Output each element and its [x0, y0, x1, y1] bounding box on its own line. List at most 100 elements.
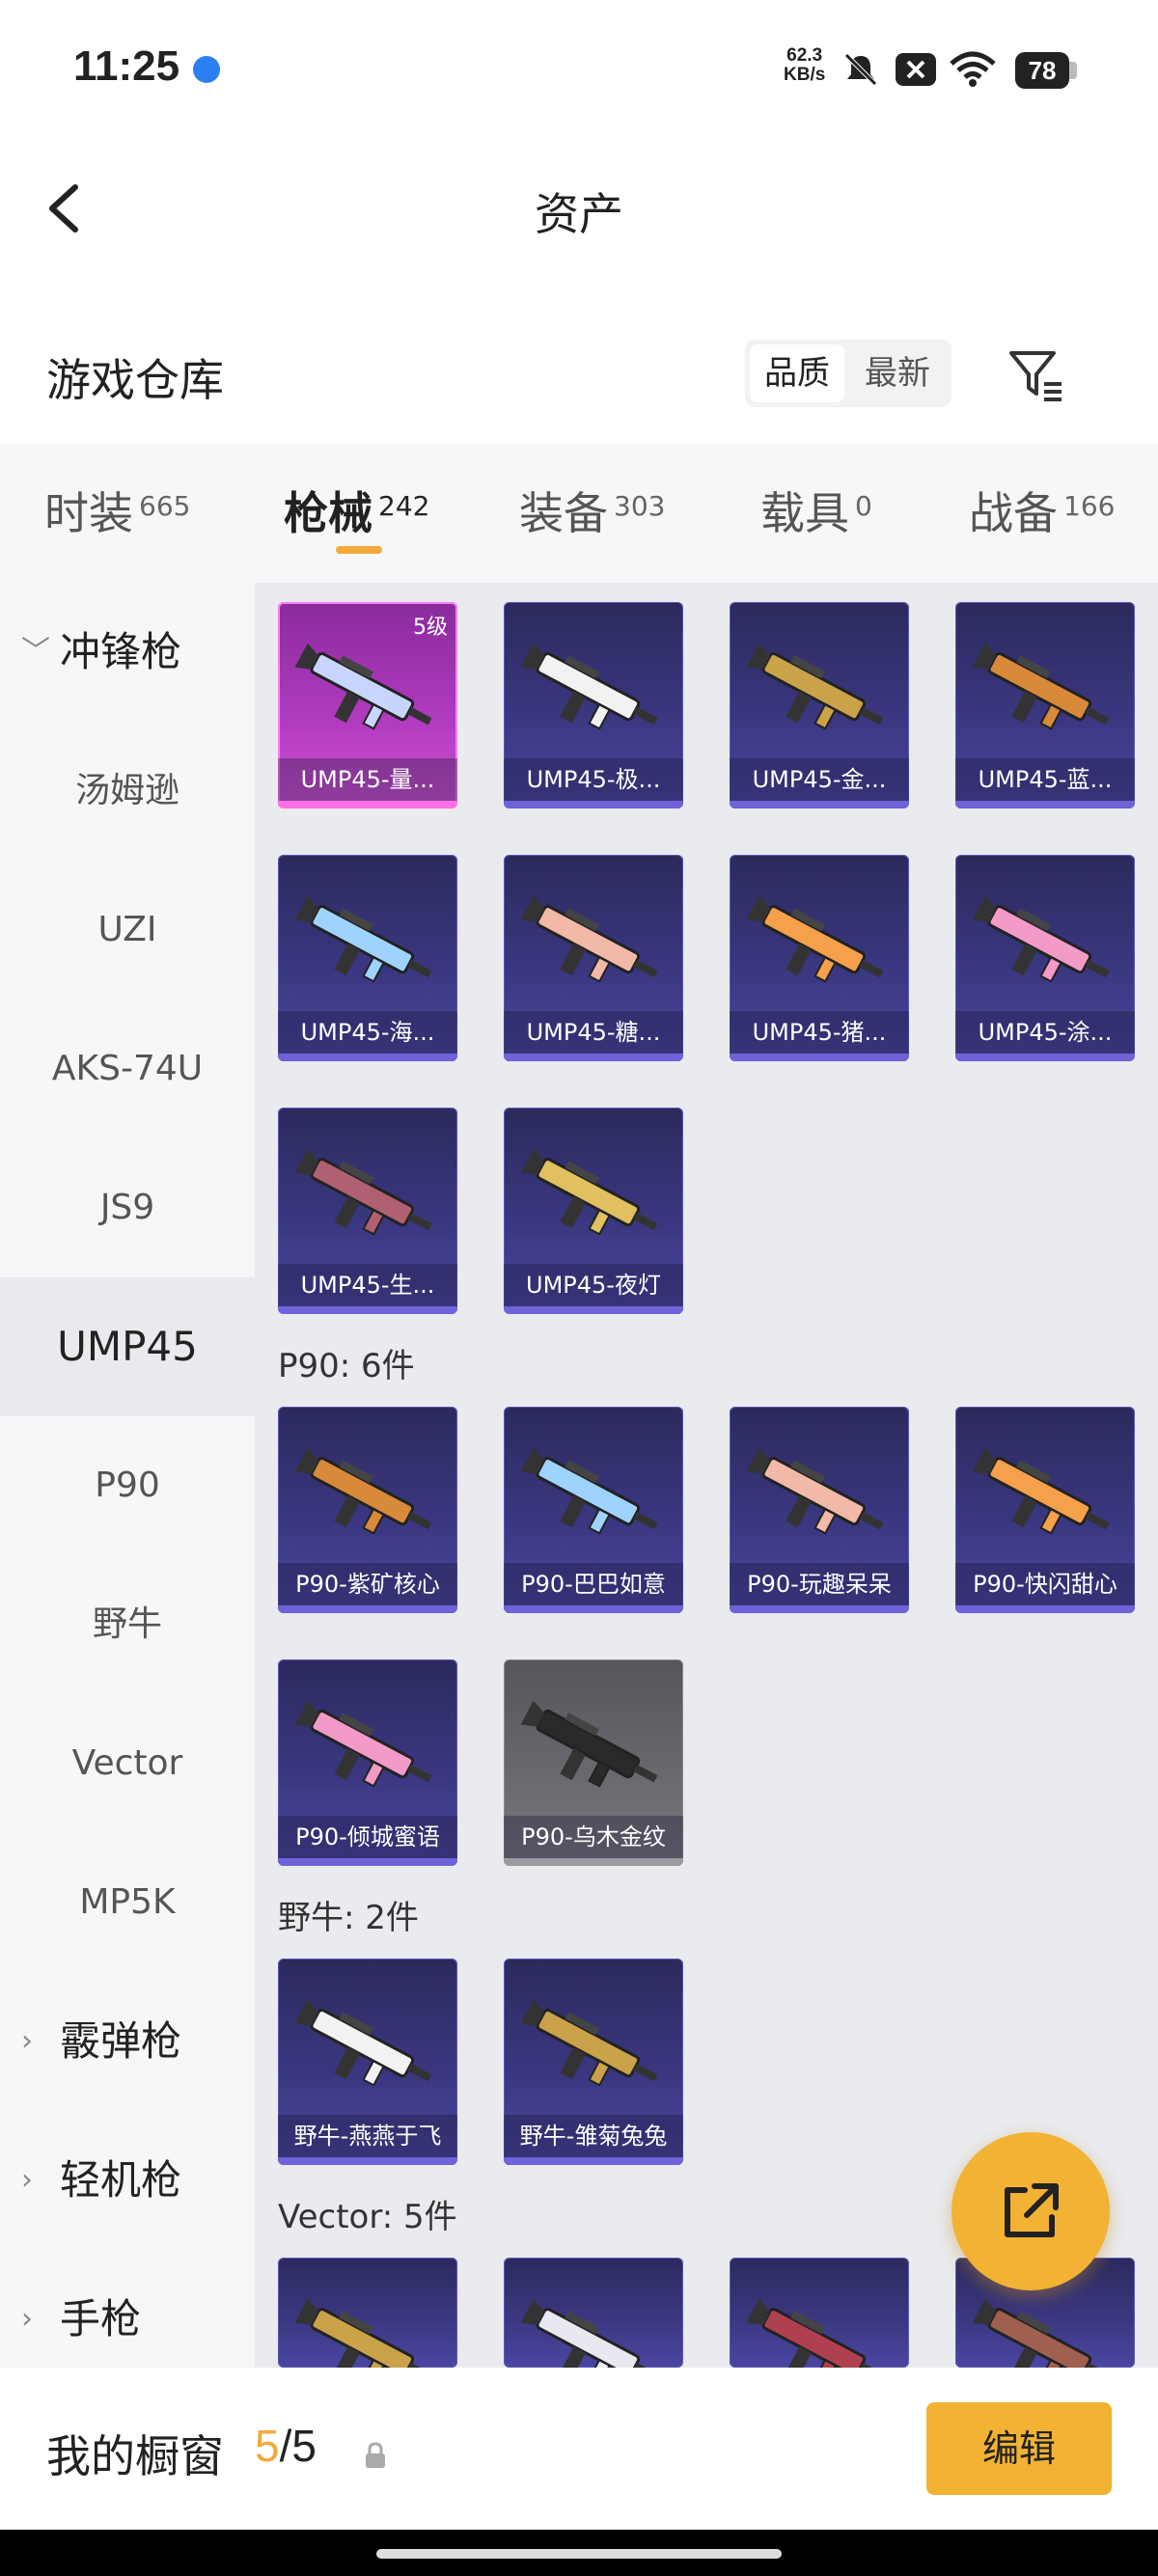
weapon-card[interactable]: P90-倾城蜜语	[278, 1659, 457, 1866]
quality-bar	[504, 801, 683, 808]
sidebar-item-aks74u[interactable]: AKS-74U	[0, 1000, 255, 1138]
weapon-skin-image	[746, 643, 884, 730]
weapon-card[interactable]: P90-紫矿核心	[278, 1407, 457, 1613]
weapon-card[interactable]: 野牛-雏菊兔兔	[504, 1959, 683, 2165]
share-button[interactable]	[951, 2132, 1110, 2290]
weapon-card[interactable]: UMP45-海...	[278, 855, 457, 1061]
weapon-skin-image	[294, 643, 432, 730]
quality-bar	[504, 1306, 683, 1314]
battery-icon: 78	[1015, 52, 1069, 89]
warehouse-title: 游戏仓库	[46, 354, 224, 406]
weapon-name: UMP45-猪...	[730, 1011, 909, 1054]
quality-bar	[955, 1605, 1135, 1613]
weapon-card[interactable]: UMP45-极...	[504, 602, 683, 808]
weapon-name: 野牛-雏菊兔兔	[504, 2115, 683, 2157]
chevron-down-icon: ﹀	[21, 635, 50, 669]
quality-bar	[278, 1858, 457, 1866]
quality-bar	[504, 1605, 683, 1613]
weapon-card[interactable]: UMP45-蓝...	[955, 602, 1135, 808]
lock-icon	[366, 2442, 385, 2468]
quality-bar	[278, 1605, 457, 1613]
clock: 11:25	[73, 42, 180, 90]
edit-button[interactable]: 编辑	[926, 2402, 1112, 2495]
weapon-card[interactable]: UMP45-涂...	[955, 855, 1135, 1061]
weapon-card[interactable]: 5级 UMP45-量...	[278, 602, 457, 808]
weapon-card[interactable]: UMP45-金...	[730, 602, 909, 808]
sort-toggle: 品质 最新	[745, 340, 951, 407]
quality-bar	[504, 1054, 683, 1061]
weapon-card[interactable]: P90-乌木金纹	[504, 1659, 683, 1866]
weapon-skin-image	[294, 1148, 432, 1236]
status-bar: 11:25 62.3 KB/s 78	[0, 0, 1158, 135]
weapon-name: P90-快闪甜心	[955, 1563, 1135, 1605]
weapon-card[interactable]: UMP45-猪...	[730, 855, 909, 1061]
weapon-card[interactable]	[730, 2258, 909, 2368]
weapon-skin-image	[520, 1700, 658, 1788]
home-indicator[interactable]	[376, 2549, 782, 2559]
quality-bar	[278, 1306, 457, 1314]
weapon-card[interactable]: P90-巴巴如意	[504, 1407, 683, 1613]
weapon-name: UMP45-涂...	[955, 1011, 1135, 1054]
sidebar-item-thompson[interactable]: 汤姆逊	[0, 722, 255, 861]
tab-fashion[interactable]: 时装 665	[44, 479, 190, 556]
weapon-name: UMP45-极...	[504, 758, 683, 801]
filter-icon[interactable]	[1006, 343, 1067, 405]
weapon-skin-image	[972, 1447, 1110, 1535]
weapon-card[interactable]: UMP45-夜灯	[504, 1108, 683, 1314]
level-badge: 5级	[413, 616, 448, 640]
sidebar-group-shotgun[interactable]: › 霰弹枪	[0, 1972, 255, 2111]
weapon-name: UMP45-量...	[278, 758, 457, 801]
weapon-skin-image	[520, 2298, 658, 2368]
weapon-name: P90-倾城蜜语	[278, 1816, 457, 1858]
battery-tip	[1069, 62, 1077, 79]
sort-option-quality[interactable]: 品质	[750, 344, 844, 402]
weapon-card[interactable]: 野牛-燕燕于飞	[278, 1959, 457, 2165]
chevron-right-icon: ›	[21, 2302, 33, 2336]
weapon-skin-image	[520, 895, 658, 983]
weapon-card[interactable]	[504, 2258, 683, 2368]
sort-option-newest[interactable]: 最新	[847, 344, 948, 402]
weapon-skin-image	[294, 1447, 432, 1535]
tab-equipment[interactable]: 装备 303	[519, 479, 665, 556]
sidebar-group-lmg[interactable]: › 轻机枪	[0, 2111, 255, 2250]
sidebar-group-pistol[interactable]: › 手枪	[0, 2250, 255, 2368]
weapon-skin-image	[972, 2298, 1110, 2368]
sidebar-item-mp5k[interactable]: MP5K	[0, 1833, 255, 1972]
browser-icon	[193, 56, 220, 83]
sidebar-item-js9[interactable]: JS9	[0, 1138, 255, 1277]
weapon-card[interactable]: P90-玩趣呆呆	[730, 1407, 909, 1613]
showcase-bar: 我的橱窗 5/5 编辑	[0, 2368, 1158, 2530]
showcase-label: 我的橱窗	[46, 2430, 224, 2482]
back-arrow-icon[interactable]	[39, 179, 96, 237]
weapon-card[interactable]	[278, 2258, 457, 2368]
gesture-bar	[0, 2530, 1158, 2576]
weapon-name: UMP45-蓝...	[955, 758, 1135, 801]
quality-bar	[730, 801, 909, 808]
weapon-name: UMP45-金...	[730, 758, 909, 801]
sidebar-item-p90[interactable]: P90	[0, 1416, 255, 1555]
tab-weapons[interactable]: 枪械 242	[284, 479, 429, 556]
weapon-type-sidebar: ﹀ 冲锋枪 汤姆逊 UZI AKS-74U JS9 UMP45 P90 野牛 V…	[0, 583, 255, 2368]
weapon-card[interactable]: UMP45-生...	[278, 1108, 457, 1314]
sidebar-group-smg[interactable]: ﹀ 冲锋枪	[0, 583, 255, 722]
weapon-card[interactable]: UMP45-糖...	[504, 855, 683, 1061]
weapon-name: P90-紫矿核心	[278, 1563, 457, 1605]
tab-supplies[interactable]: 战备 166	[969, 479, 1115, 556]
sidebar-item-uzi[interactable]: UZI	[0, 861, 255, 1000]
quality-bar	[504, 1858, 683, 1866]
weapon-skin-image	[294, 1999, 432, 2087]
quality-bar	[278, 2157, 457, 2165]
tab-vehicles[interactable]: 载具 0	[760, 479, 872, 556]
sidebar-item-vector[interactable]: Vector	[0, 1694, 255, 1833]
weapon-name: UMP45-夜灯	[504, 1264, 683, 1306]
weapon-card[interactable]: P90-快闪甜心	[955, 1407, 1135, 1613]
chevron-right-icon: ›	[21, 2024, 33, 2058]
sidebar-item-bison[interactable]: 野牛	[0, 1555, 255, 1694]
sidebar-item-ump45[interactable]: UMP45	[0, 1277, 255, 1416]
group-label-vector: Vector: 5件	[278, 2198, 457, 2236]
weapon-name: P90-乌木金纹	[504, 1816, 683, 1858]
group-label-p90: P90: 6件	[278, 1347, 415, 1385]
weapon-skin-image	[746, 1447, 884, 1535]
weapon-skin-image	[746, 895, 884, 983]
quality-bar	[278, 1054, 457, 1061]
